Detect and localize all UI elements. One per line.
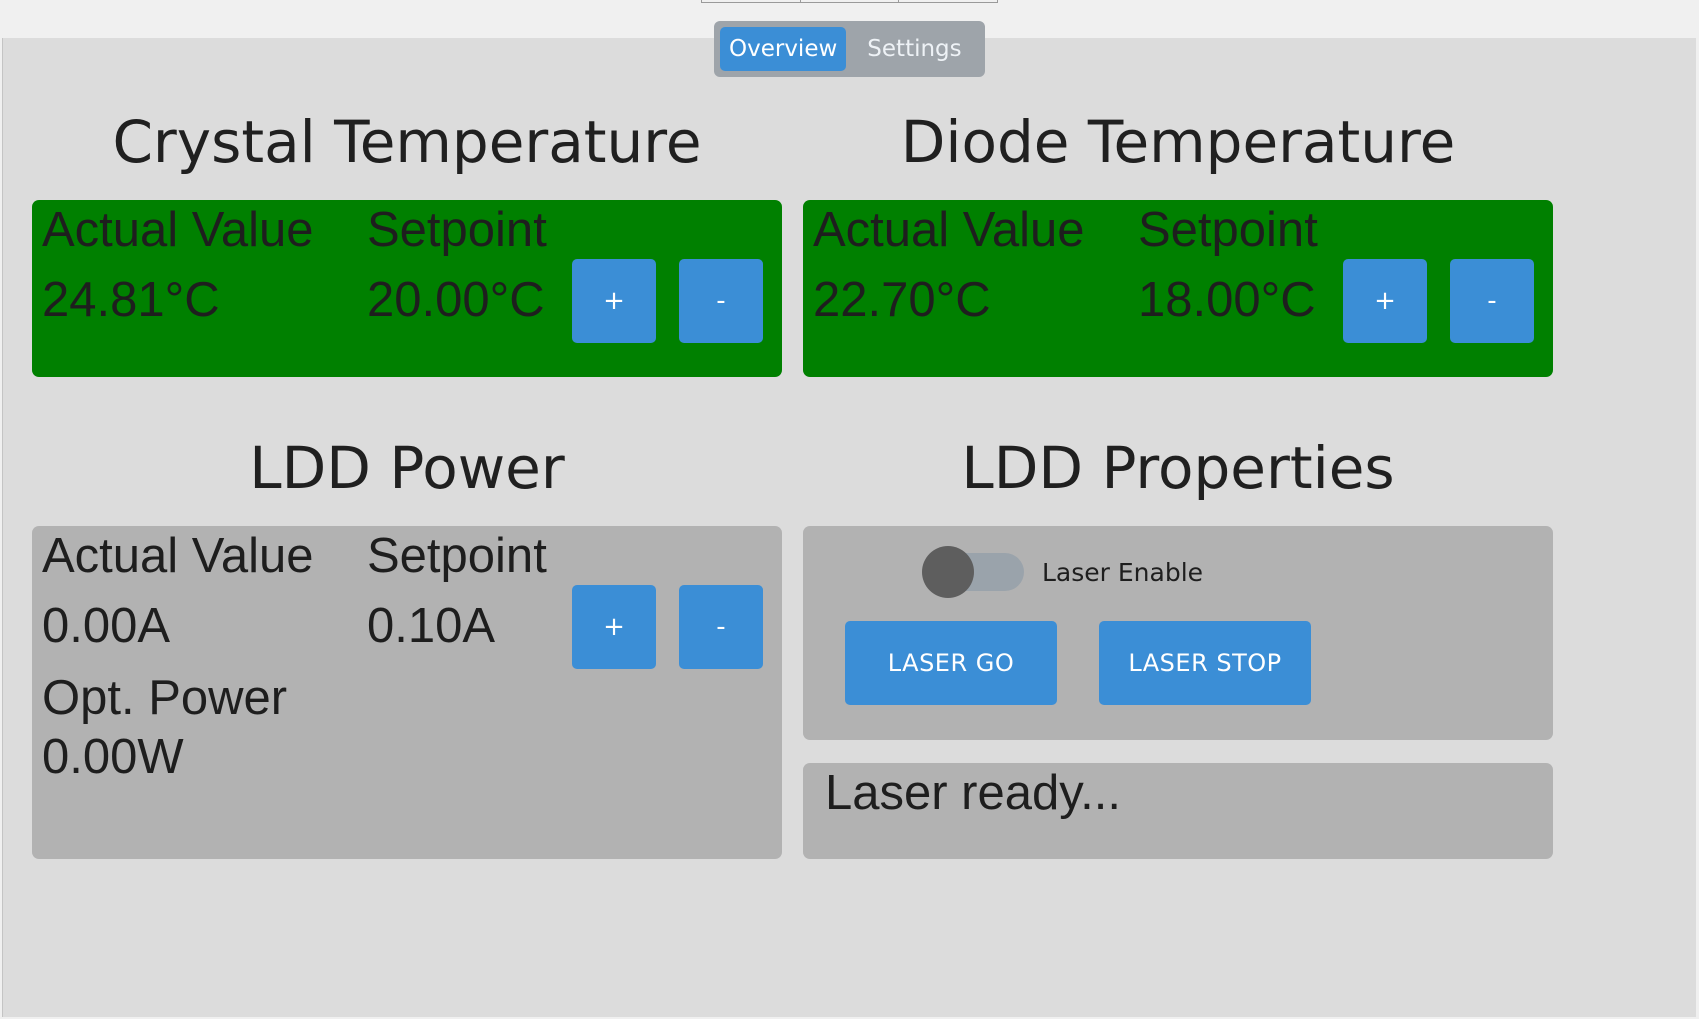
crystal-actual-label: Actual Value — [42, 203, 314, 257]
diode-temperature-panel: Actual Value Setpoint 22.70°C 18.00°C + … — [803, 200, 1553, 377]
title-bar-strip — [701, 0, 998, 3]
app-window: Overview Settings Crystal Temperature Ac… — [0, 0, 1699, 1019]
ldd-setpoint-minus-button[interactable]: - — [679, 585, 763, 669]
tab-settings[interactable]: Settings — [858, 27, 970, 71]
diode-setpoint-plus-button[interactable]: + — [1343, 259, 1427, 343]
crystal-temperature-panel: Actual Value Setpoint 24.81°C 20.00°C + … — [32, 200, 782, 377]
crystal-setpoint-minus-button[interactable]: - — [679, 259, 763, 343]
ldd-power-panel: Actual Value Setpoint 0.00A 0.10A + - Op… — [32, 526, 782, 859]
laser-enable-toggle[interactable] — [922, 546, 1026, 598]
diode-setpoint-value: 18.00°C — [1138, 273, 1316, 327]
tab-bar: Overview Settings — [714, 21, 985, 77]
crystal-setpoint-plus-button[interactable]: + — [572, 259, 656, 343]
ldd-power-title: LDD Power — [249, 434, 565, 502]
ldd-setpoint-value: 0.10A — [367, 599, 496, 653]
toggle-knob — [922, 546, 974, 598]
laser-go-button[interactable]: LASER GO — [845, 621, 1057, 705]
diode-setpoint-label: Setpoint — [1138, 203, 1318, 257]
diode-actual-value: 22.70°C — [813, 273, 991, 327]
crystal-temperature-title: Crystal Temperature — [112, 108, 702, 176]
laser-enable-label: Laser Enable — [1042, 558, 1204, 587]
ldd-properties-panel: Laser Enable LASER GO LASER STOP — [803, 526, 1553, 740]
ldd-setpoint-label: Setpoint — [367, 529, 547, 583]
ldd-actual-label: Actual Value — [42, 529, 314, 583]
diode-temperature-title: Diode Temperature — [900, 108, 1456, 176]
opt-power-value: 0.00W — [42, 730, 184, 784]
crystal-setpoint-value: 20.00°C — [367, 273, 545, 327]
status-text: Laser ready... — [825, 766, 1121, 820]
diode-setpoint-minus-button[interactable]: - — [1450, 259, 1534, 343]
tab-overview[interactable]: Overview — [720, 27, 847, 71]
diode-actual-label: Actual Value — [813, 203, 1085, 257]
crystal-actual-value: 24.81°C — [42, 273, 220, 327]
crystal-setpoint-label: Setpoint — [367, 203, 547, 257]
laser-stop-button[interactable]: LASER STOP — [1099, 621, 1311, 705]
opt-power-label: Opt. Power — [42, 671, 288, 725]
ldd-properties-title: LDD Properties — [961, 434, 1395, 502]
ldd-actual-value: 0.00A — [42, 599, 171, 653]
status-panel: Laser ready... — [803, 763, 1553, 859]
ldd-setpoint-plus-button[interactable]: + — [572, 585, 656, 669]
